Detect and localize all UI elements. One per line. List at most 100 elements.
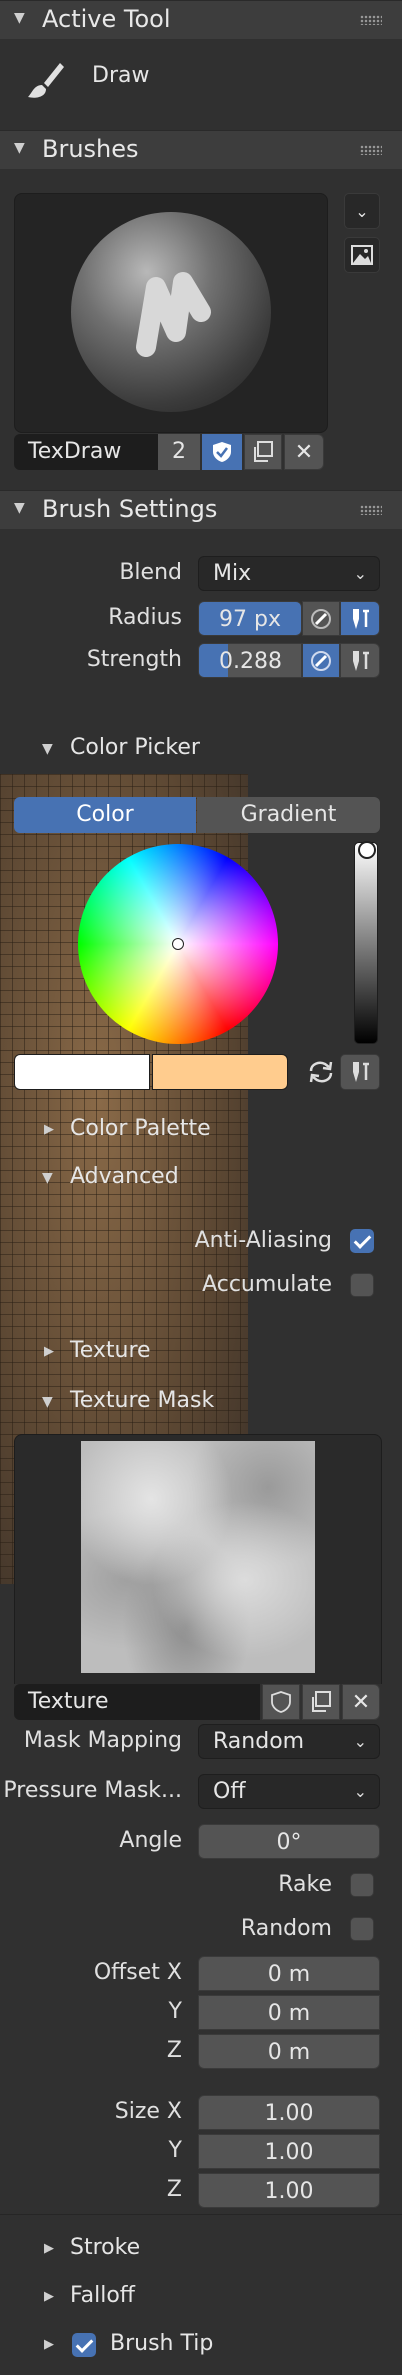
collapse-triangle-icon: ▼ [42,1170,53,1186]
collapse-triangle-icon: ▼ [42,1394,53,1410]
drag-grip-icon[interactable] [360,505,382,515]
lower-subpanels: ▶ Color Palette ▼ Advanced Anti-Aliasing… [0,1104,402,1686]
advanced-header[interactable]: Advanced [70,1164,179,1189]
size-x-field[interactable]: 1.00 [198,2095,380,2130]
anti-aliasing-checkbox[interactable] [350,1229,374,1253]
unlink-texture-button[interactable]: ✕ [342,1684,380,1720]
active-tool-name: Draw [92,63,150,88]
mask-mapping-value: Random [213,1729,305,1754]
stroke-header[interactable]: Stroke [70,2235,140,2260]
angle-label: Angle [119,1828,182,1853]
strength-value: 0.288 [219,649,282,674]
strength-pressure-button[interactable] [340,643,380,678]
brush-sphere-icon [71,212,271,412]
size-y-field[interactable]: 1.00 [198,2134,380,2169]
color-picker-body: Color Gradient [0,774,402,1104]
value-slider[interactable] [354,841,378,1044]
size-y-label: Y [168,2138,182,2163]
tab-color[interactable]: Color [14,797,196,833]
color-palette-header[interactable]: Color Palette [70,1116,211,1141]
pressure-mask-label: Pressure Mask... [3,1778,182,1803]
secondary-color-swatch[interactable] [152,1054,288,1090]
expand-triangle-icon: ▶ [44,2241,54,2256]
strength-unit-button[interactable] [302,643,340,678]
duplicate-brush-button[interactable] [244,434,282,470]
radius-unit-button[interactable] [302,601,340,636]
bottom-subpanels: ▶ Stroke ▶ Falloff ▶ Brush Tip [0,2214,402,2375]
radius-field[interactable]: 97 px [198,601,302,636]
accumulate-checkbox[interactable] [350,1273,374,1297]
collapse-triangle-icon: ▼ [42,741,53,757]
drag-grip-icon[interactable] [360,15,382,25]
brush-dropdown-button[interactable]: ⌄ [344,193,380,229]
mask-mapping-label: Mask Mapping [23,1728,182,1753]
texture-fake-user-button[interactable] [262,1684,300,1720]
close-icon: ✕ [351,1689,371,1715]
radius-pressure-button[interactable] [340,601,380,636]
random-label: Random [240,1916,332,1941]
pressure-mask-value: Off [213,1779,246,1804]
swap-colors-button[interactable] [302,1054,340,1090]
strength-slider[interactable]: 0.288 [198,643,302,678]
blend-value: Mix [213,561,252,586]
brush-image-button[interactable] [344,237,380,273]
texture-mask-header[interactable]: Texture Mask [70,1388,214,1413]
rake-checkbox[interactable] [350,1873,374,1897]
expand-triangle-icon: ▶ [44,1122,54,1137]
image-icon [351,245,373,265]
strength-label: Strength [86,647,182,672]
draw-brush-icon[interactable] [22,57,70,105]
angle-field[interactable]: 0° [198,1824,380,1859]
texture-name-field[interactable]: Texture [14,1684,260,1720]
brushes-header[interactable]: ▼ Brushes [0,130,402,170]
chevron-down-icon: ⌄ [353,1732,367,1751]
brush-settings-header[interactable]: ▼ Brush Settings [0,490,402,530]
brush-user-count[interactable]: 2 [158,434,200,470]
color-wheel-cursor[interactable] [172,938,184,950]
offset-y-field[interactable]: 0 m [198,1995,380,2030]
expand-triangle-icon: ▶ [44,2289,54,2304]
close-icon: ✕ [294,439,314,465]
size-z-field[interactable]: 1.00 [198,2173,380,2208]
drag-grip-icon[interactable] [360,145,382,155]
brush-tip-header[interactable]: Brush Tip [110,2331,213,2356]
offset-x-field[interactable]: 0 m [198,1956,380,1991]
offset-y-label: Y [168,1999,182,2024]
brush-tip-checkbox[interactable] [72,2333,96,2357]
brushes-title: Brushes [42,135,139,163]
pressure-mask-dropdown[interactable]: Off ⌄ [198,1774,380,1809]
random-checkbox[interactable] [350,1917,374,1941]
shield-icon [213,442,231,462]
active-tool-title: Active Tool [42,5,171,33]
offset-z-field[interactable]: 0 m [198,2034,380,2069]
active-tool-header[interactable]: ▼ Active Tool [0,0,402,40]
swap-icon [309,1061,333,1083]
tablet-pressure-icon [353,650,369,671]
falloff-header[interactable]: Falloff [70,2283,135,2308]
value-slider-handle[interactable] [358,841,376,859]
duplicate-texture-button[interactable] [302,1684,340,1720]
fake-user-button[interactable] [202,434,242,470]
color-wheel[interactable] [78,844,278,1044]
radius-label: Radius [108,605,182,630]
brush-name-field[interactable]: TexDraw [14,434,158,470]
mask-mapping-dropdown[interactable]: Random ⌄ [198,1724,380,1759]
brush-settings-title: Brush Settings [42,495,218,523]
unlink-brush-button[interactable]: ✕ [284,434,324,470]
color-picker-header[interactable]: Color Picker [70,735,200,760]
texture-mask-preview[interactable] [14,1434,382,1686]
size-z-label: Z [166,2177,182,2202]
primary-color-swatch[interactable] [14,1054,150,1090]
texture-header[interactable]: Texture [70,1338,151,1363]
collapse-triangle-icon: ▼ [14,140,25,156]
blend-dropdown[interactable]: Mix ⌄ [198,556,380,591]
expand-triangle-icon: ▶ [44,1344,54,1359]
duplicate-icon [254,441,273,462]
brush-preview[interactable] [14,193,328,433]
active-tool-body: Draw [0,39,402,129]
color-pressure-button[interactable] [340,1054,380,1090]
pen-pressure-icon [311,608,331,629]
shield-icon [271,1691,291,1713]
rake-label: Rake [278,1872,332,1897]
tab-gradient[interactable]: Gradient [197,797,380,833]
